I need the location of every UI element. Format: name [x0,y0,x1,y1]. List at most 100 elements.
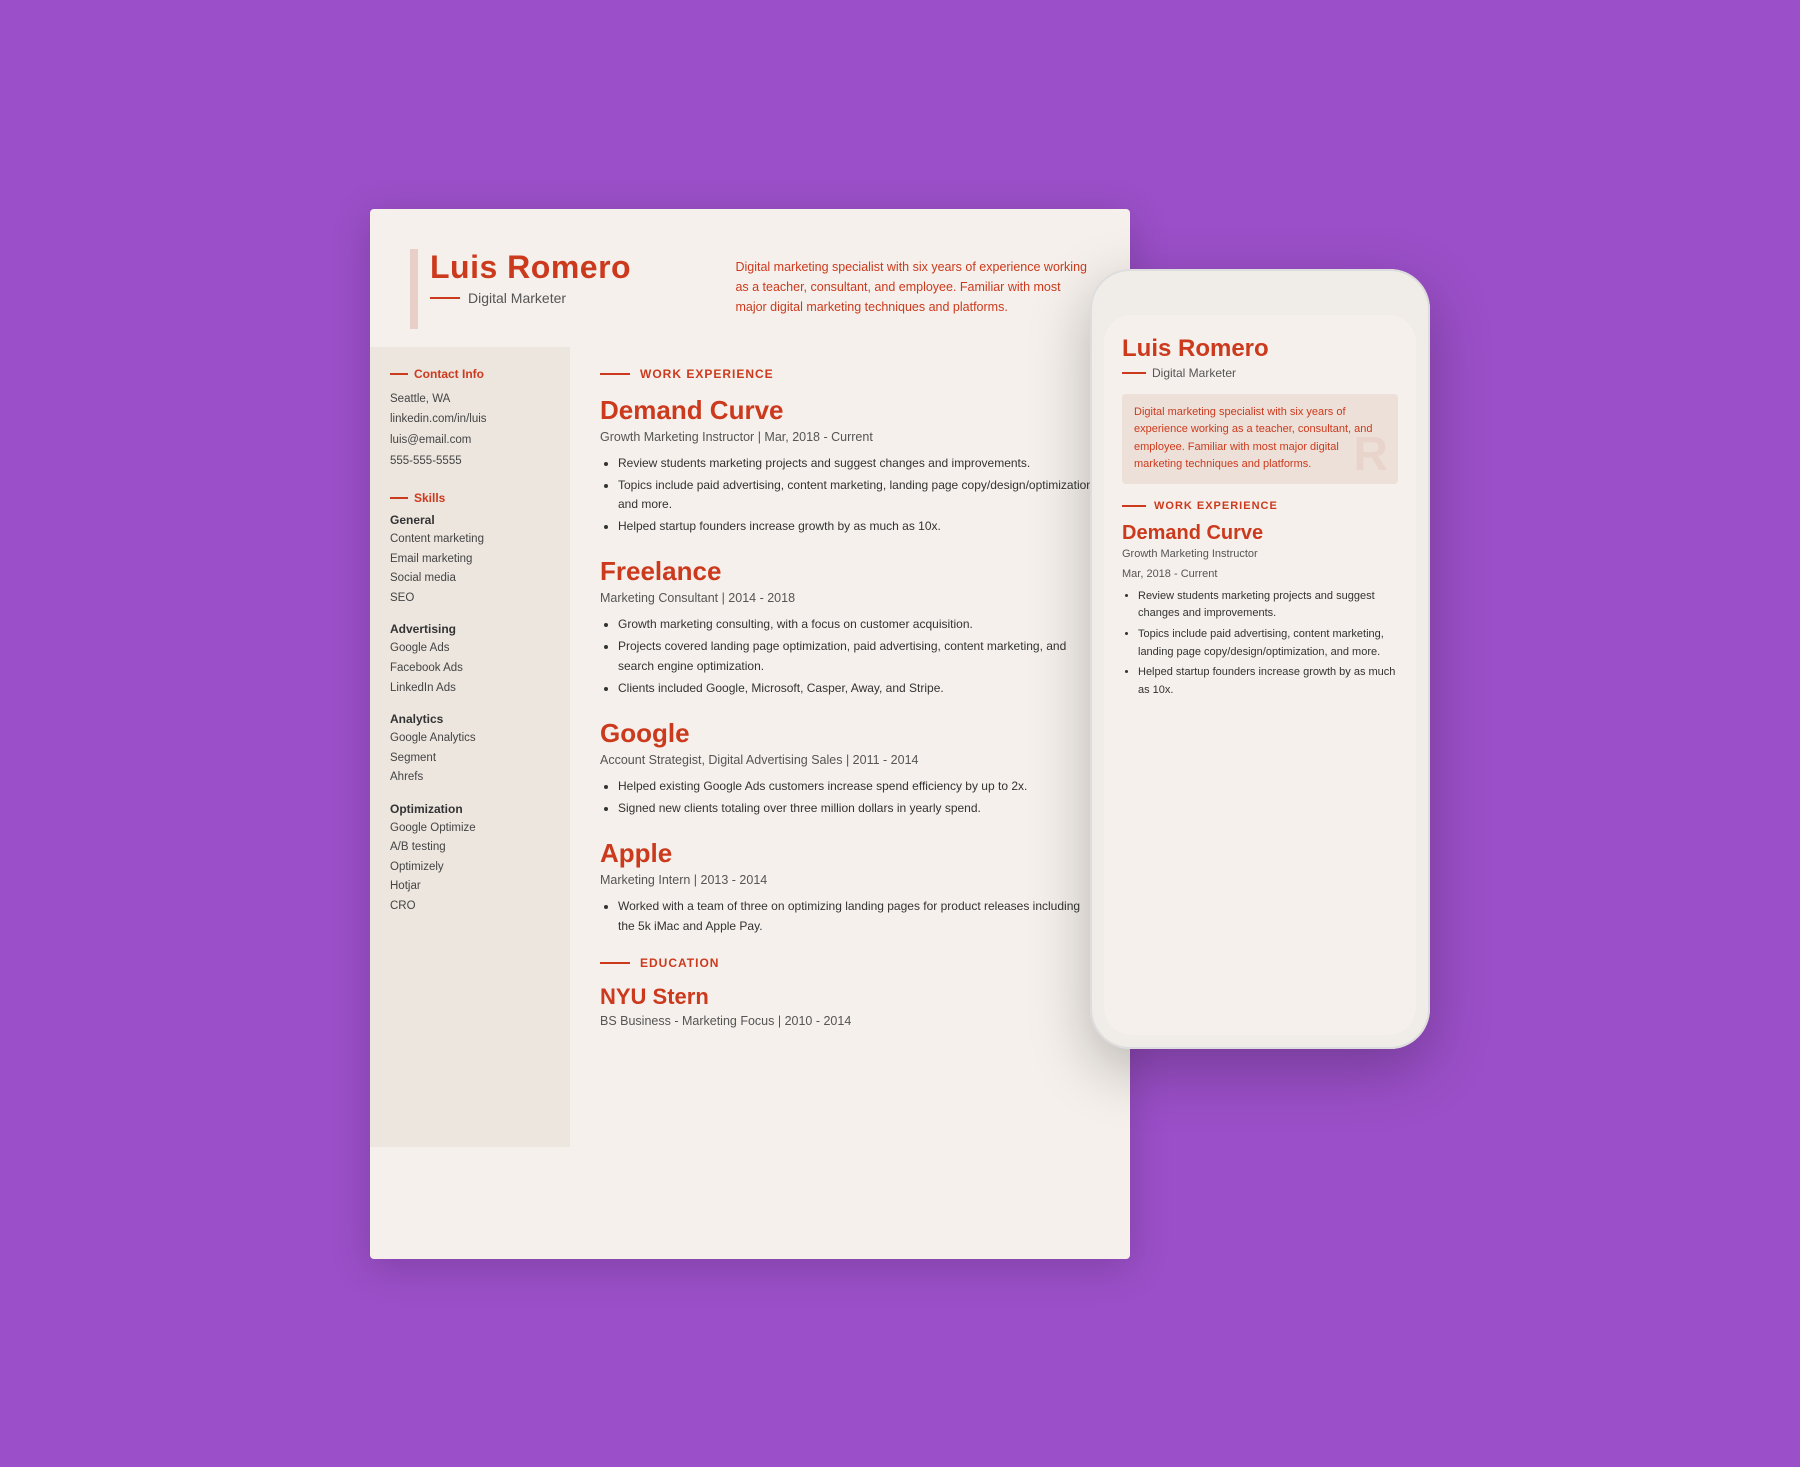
phone-bullet-item: Review students marketing projects and s… [1138,588,1398,623]
job-apple-bullets: Worked with a team of three on optimizin… [600,897,1100,935]
phone-notch [1200,283,1320,305]
header-accent [410,249,418,329]
bullet-item: Review students marketing projects and s… [618,454,1100,473]
skill-optimizely: Optimizely [390,858,550,878]
skill-seo: SEO [390,589,550,609]
education-header: Education [600,956,1100,970]
contact-email: luis@email.com [390,430,550,451]
job-google-bullets: Helped existing Google Ads customers inc… [600,777,1100,818]
education-school: NYU Stern [600,984,1100,1010]
skill-ab-testing: A/B testing [390,838,550,858]
skills-group-optimization: Optimization Google Optimize A/B testing… [390,802,550,917]
name-block: Luis Romero Digital Marketer [410,249,705,306]
contact-city: Seattle, WA [390,389,550,410]
phone-work-label: Work Experience [1154,500,1278,512]
education-section: Education NYU Stern BS Business - Market… [600,956,1100,1028]
contact-title-line [390,373,408,375]
bullet-item: Topics include paid advertising, content… [618,476,1100,514]
job-google: Google Account Strategist, Digital Adver… [600,718,1100,818]
phone-job-role2: Mar, 2018 - Current [1122,568,1398,580]
skill-email-marketing: Email marketing [390,550,550,570]
skills-group-optimization-title: Optimization [390,802,550,816]
resume-summary: Digital marketing specialist with six ye… [735,249,1090,317]
resume-body: Contact Info Seattle, WA linkedin.com/in… [370,347,1130,1147]
skills-section: Skills General Content marketing Email m… [390,491,550,916]
job-google-title: Google [600,718,1100,749]
skill-google-analytics: Google Analytics [390,729,550,749]
contact-section: Contact Info Seattle, WA linkedin.com/in… [390,367,550,472]
skills-group-advertising-title: Advertising [390,622,550,636]
sidebar: Contact Info Seattle, WA linkedin.com/in… [370,347,570,1147]
bullet-item: Growth marketing consulting, with a focu… [618,615,1100,634]
bullet-item: Helped existing Google Ads customers inc… [618,777,1100,796]
phone-name: Luis Romero [1122,335,1398,363]
scene: Luis Romero Digital Marketer Digital mar… [370,209,1430,1259]
education-label: Education [640,956,719,970]
skills-group-analytics-title: Analytics [390,712,550,726]
bullet-item: Clients included Google, Microsoft, Casp… [618,679,1100,698]
bullet-item: Projects covered landing page optimizati… [618,637,1100,675]
phone-job-bullets: Review students marketing projects and s… [1122,588,1398,700]
skill-segment: Segment [390,749,550,769]
skill-google-ads: Google Ads [390,639,550,659]
phone-title: Digital Marketer [1152,366,1236,380]
work-experience-header: Work Experience [600,367,1100,381]
job-google-role: Account Strategist, Digital Advertising … [600,753,1100,767]
skill-hotjar: Hotjar [390,877,550,897]
skills-section-title: Skills [390,491,550,505]
skill-linkedin-ads: LinkedIn Ads [390,679,550,699]
job-apple-role: Marketing Intern | 2013 - 2014 [600,873,1100,887]
phone-bullet-item: Helped startup founders increase growth … [1138,664,1398,699]
phone-bullet-item: Topics include paid advertising, content… [1138,626,1398,661]
phone-summary-accent: R [1353,431,1388,479]
bullet-item: Worked with a team of three on optimizin… [618,897,1100,935]
bullet-item: Helped startup founders increase growth … [618,517,1100,536]
resume-name: Luis Romero [430,249,705,286]
phone-wrapper: Luis Romero Digital Marketer Digital mar… [1090,269,1430,1049]
phone-work-line [1122,505,1146,507]
job-freelance: Freelance Marketing Consultant | 2014 - … [600,556,1100,698]
skill-content-marketing: Content marketing [390,530,550,550]
phone-screen: Luis Romero Digital Marketer Digital mar… [1104,315,1416,1035]
job-freelance-role: Marketing Consultant | 2014 - 2018 [600,591,1100,605]
resume-title: Digital Marketer [468,290,566,306]
skill-cro: CRO [390,897,550,917]
phone-summary: Digital marketing specialist with six ye… [1122,394,1398,484]
name-divider: Digital Marketer [430,290,705,306]
resume-header: Luis Romero Digital Marketer Digital mar… [370,209,1130,347]
job-freelance-title: Freelance [600,556,1100,587]
contact-title-text: Contact Info [414,367,484,381]
phone-work-header: Work Experience [1122,500,1398,512]
job-demand-curve-bullets: Review students marketing projects and s… [600,454,1100,537]
resume-document: Luis Romero Digital Marketer Digital mar… [370,209,1130,1259]
phone-job-demand-curve: Demand Curve Growth Marketing Instructor… [1122,522,1398,700]
phone-job-title: Demand Curve [1122,522,1398,545]
skills-group-analytics: Analytics Google Analytics Segment Ahref… [390,712,550,788]
work-experience-line [600,373,630,375]
phone-name-divider-line [1122,372,1146,374]
skills-title-line [390,497,408,499]
skills-group-advertising: Advertising Google Ads Facebook Ads Link… [390,622,550,698]
main-content: Work Experience Demand Curve Growth Mark… [570,347,1130,1147]
skills-title-text: Skills [414,491,445,505]
skills-group-general-title: General [390,513,550,527]
skill-facebook-ads: Facebook Ads [390,659,550,679]
contact-phone: 555-555-5555 [390,451,550,472]
resume-header-left: Luis Romero Digital Marketer [410,249,705,317]
job-apple-title: Apple [600,838,1100,869]
name-divider-line [430,297,460,299]
work-experience-label: Work Experience [640,367,774,381]
skills-group-general: General Content marketing Email marketin… [390,513,550,608]
education-header-line [600,962,630,964]
phone-job-role1: Growth Marketing Instructor [1122,548,1398,560]
phone-outer: Luis Romero Digital Marketer Digital mar… [1090,269,1430,1049]
contact-linkedin: linkedin.com/in/luis [390,409,550,430]
phone-name-divider: Digital Marketer [1122,366,1398,380]
job-apple: Apple Marketing Intern | 2013 - 2014 Wor… [600,838,1100,935]
job-demand-curve-role: Growth Marketing Instructor | Mar, 2018 … [600,430,1100,444]
skill-social-media: Social media [390,569,550,589]
phone-summary-text: Digital marketing specialist with six ye… [1134,406,1372,471]
skill-ahrefs: Ahrefs [390,768,550,788]
job-freelance-bullets: Growth marketing consulting, with a focu… [600,615,1100,698]
education-degree: BS Business - Marketing Focus | 2010 - 2… [600,1014,1100,1028]
